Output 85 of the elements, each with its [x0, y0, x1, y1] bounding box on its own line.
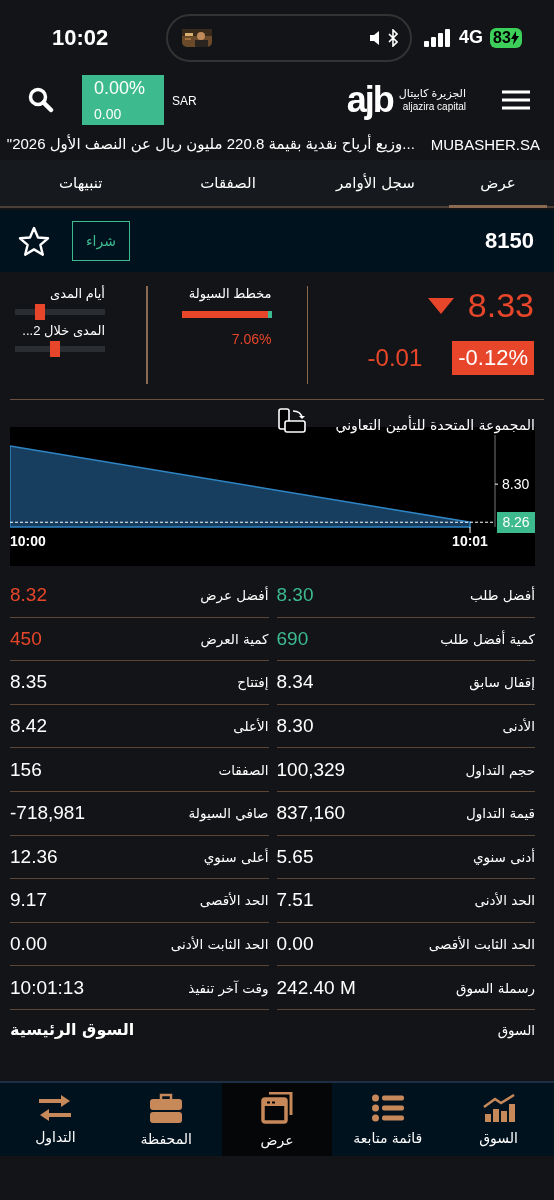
- stat-label: إفتتاح: [237, 674, 269, 691]
- battery-icon: 83: [490, 27, 522, 48]
- stat-value: 690: [276, 627, 309, 650]
- windows-icon: [261, 1091, 293, 1124]
- brand-logo: ajb: [346, 82, 393, 118]
- liquidity-percent: 7.06%: [231, 331, 272, 347]
- tab[interactable]: سجل الأوامر: [301, 160, 449, 208]
- list-icon: [371, 1093, 404, 1122]
- stat-label: الصفقات: [218, 761, 269, 778]
- stat-label: أعلى سنوي: [203, 848, 269, 865]
- stat-value: 7.51: [276, 889, 314, 912]
- search-icon[interactable]: [28, 87, 54, 113]
- stat-value: 8.42: [10, 715, 47, 738]
- range-label: أيام المدى: [50, 286, 105, 301]
- liquidity-label: مخطط السيولة: [188, 286, 272, 301]
- stat-value: -718,981: [10, 802, 85, 825]
- stat-label: الحد الثابت الأدنى: [170, 936, 269, 953]
- stat-label: السوق: [497, 1021, 535, 1038]
- x-tick-label: 10:01: [452, 533, 488, 549]
- stat-value: 9.17: [10, 889, 47, 912]
- last-price: 8.33: [467, 286, 534, 325]
- y-tick-label: 8.30: [502, 476, 530, 493]
- news-headline[interactable]: ...وزيع أرباح نقدية بقيمة 220.8 مليون ريال عن النصف الأول 2026": [6, 135, 415, 153]
- stat-value: 156: [10, 758, 42, 781]
- buy-button[interactable]: شراء: [72, 221, 130, 261]
- stat-label: قيمة التداول: [466, 805, 535, 822]
- stat-label: الأدنى: [502, 718, 535, 735]
- stat-value: 100,329: [276, 758, 346, 781]
- clock-time: 10:02: [52, 24, 110, 51]
- stat-label: صافي السيولة: [188, 805, 269, 822]
- stat-value: 8.30: [276, 584, 314, 607]
- symbol-code: 8150: [485, 228, 534, 254]
- stat-value: 0.00: [10, 933, 47, 956]
- stat-value: 12.36: [10, 845, 58, 868]
- stat-value: 8.35: [10, 671, 47, 694]
- stat-label: إقفال سابق: [469, 674, 535, 691]
- percent-change-badge: -0.12%: [452, 341, 534, 375]
- star-icon[interactable]: [18, 226, 50, 256]
- stat-value: السوق الرئيسية: [10, 1020, 135, 1040]
- last-price-tag: 8.26: [497, 512, 535, 534]
- swap-arrows-icon: [39, 1094, 72, 1121]
- nav-tab[interactable]: التداول: [0, 1083, 111, 1156]
- index-change-box: 0.00% 0.00: [82, 75, 164, 125]
- menu-icon[interactable]: [502, 90, 530, 110]
- network-type: 4G: [459, 27, 483, 48]
- stat-label: أدنى سنوي: [473, 848, 535, 865]
- stat-label: الحد الأدنى: [474, 892, 535, 909]
- stat-label: أفضل عرض: [200, 587, 269, 604]
- stat-label: رسملة السوق: [456, 979, 535, 996]
- stat-value: 242.40 M: [276, 976, 356, 999]
- range-label: المدى خلال 2...: [22, 323, 105, 338]
- stat-label: الحد الثابت الأقصى: [428, 936, 535, 953]
- nav-tab[interactable]: السوق: [443, 1083, 554, 1156]
- stat-label: الحد الأقصى: [199, 892, 269, 909]
- news-source: MUBASHER.SA: [430, 135, 540, 153]
- stat-value: 0.00: [276, 933, 314, 956]
- signal-icon: [424, 28, 452, 47]
- briefcase-icon: [150, 1092, 183, 1123]
- stat-value: 8.34: [276, 671, 314, 694]
- stat-label: وقت آخر تنفيذ: [188, 979, 269, 996]
- stat-value: 8.30: [276, 715, 314, 738]
- rotate-device-icon[interactable]: [278, 408, 308, 434]
- brand-name: aljazira capital: [402, 100, 466, 113]
- stat-label: حجم التداول: [465, 761, 535, 778]
- stat-label: أفضل طلب: [470, 587, 535, 604]
- chart-title: المجموعة المتحدة للتأمين التعاوني: [335, 416, 535, 435]
- stat-label: كمية العرض: [200, 630, 269, 647]
- stat-value: 450: [10, 627, 42, 650]
- brand-name: الجزيرة كابيتال: [398, 87, 466, 101]
- tab[interactable]: الصفقات: [154, 160, 302, 208]
- stat-label: كمية أفضل طلب: [440, 630, 535, 647]
- nav-tab[interactable]: قائمة متابعة: [332, 1083, 444, 1156]
- tab[interactable]: تنبيهات: [7, 160, 155, 208]
- x-tick-label: 10:00: [10, 533, 46, 549]
- stat-value: 837,160: [276, 802, 346, 825]
- stat-label: الأعلى: [233, 718, 269, 735]
- stat-value: 10:01:13: [10, 976, 84, 999]
- nav-tab[interactable]: المحفظة: [110, 1083, 222, 1156]
- bluetooth-icon: [388, 28, 398, 47]
- stat-value: 5.65: [276, 845, 314, 868]
- stat-value: 8.32: [10, 584, 47, 607]
- nav-tab[interactable]: عرض: [221, 1083, 333, 1156]
- currency-label: SAR: [172, 94, 197, 108]
- bar-chart-icon: [482, 1093, 515, 1122]
- price-change: -0.01: [367, 344, 423, 372]
